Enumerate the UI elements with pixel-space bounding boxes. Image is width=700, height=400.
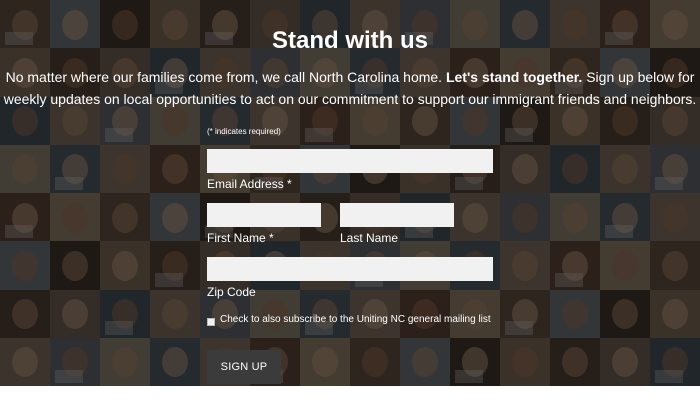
subscribe-checkbox[interactable] (207, 318, 215, 326)
page-title: Stand with us (272, 27, 428, 54)
email-field[interactable] (207, 149, 493, 173)
zip-code-field[interactable] (207, 257, 493, 281)
first-name-label: First Name * (207, 231, 274, 245)
first-name-field[interactable] (207, 203, 321, 227)
zip-code-label: Zip Code (207, 285, 256, 299)
intro-text-part1: No matter where our families come from, … (5, 69, 446, 85)
intro-text: No matter where our families come from, … (0, 66, 700, 110)
hero-section: Stand with us No matter where our famili… (0, 0, 700, 386)
last-name-field[interactable] (340, 203, 454, 227)
sign-up-button[interactable]: SIGN UP (207, 350, 281, 384)
required-note: (* indicates required) (207, 127, 281, 136)
signup-content: Stand with us No matter where our famili… (0, 0, 700, 386)
email-label: Email Address * (207, 177, 292, 191)
subscribe-label: Check to also subscribe to the Uniting N… (220, 314, 491, 325)
intro-text-bold: Let's stand together. (445, 69, 583, 85)
last-name-label: Last Name (340, 231, 399, 245)
